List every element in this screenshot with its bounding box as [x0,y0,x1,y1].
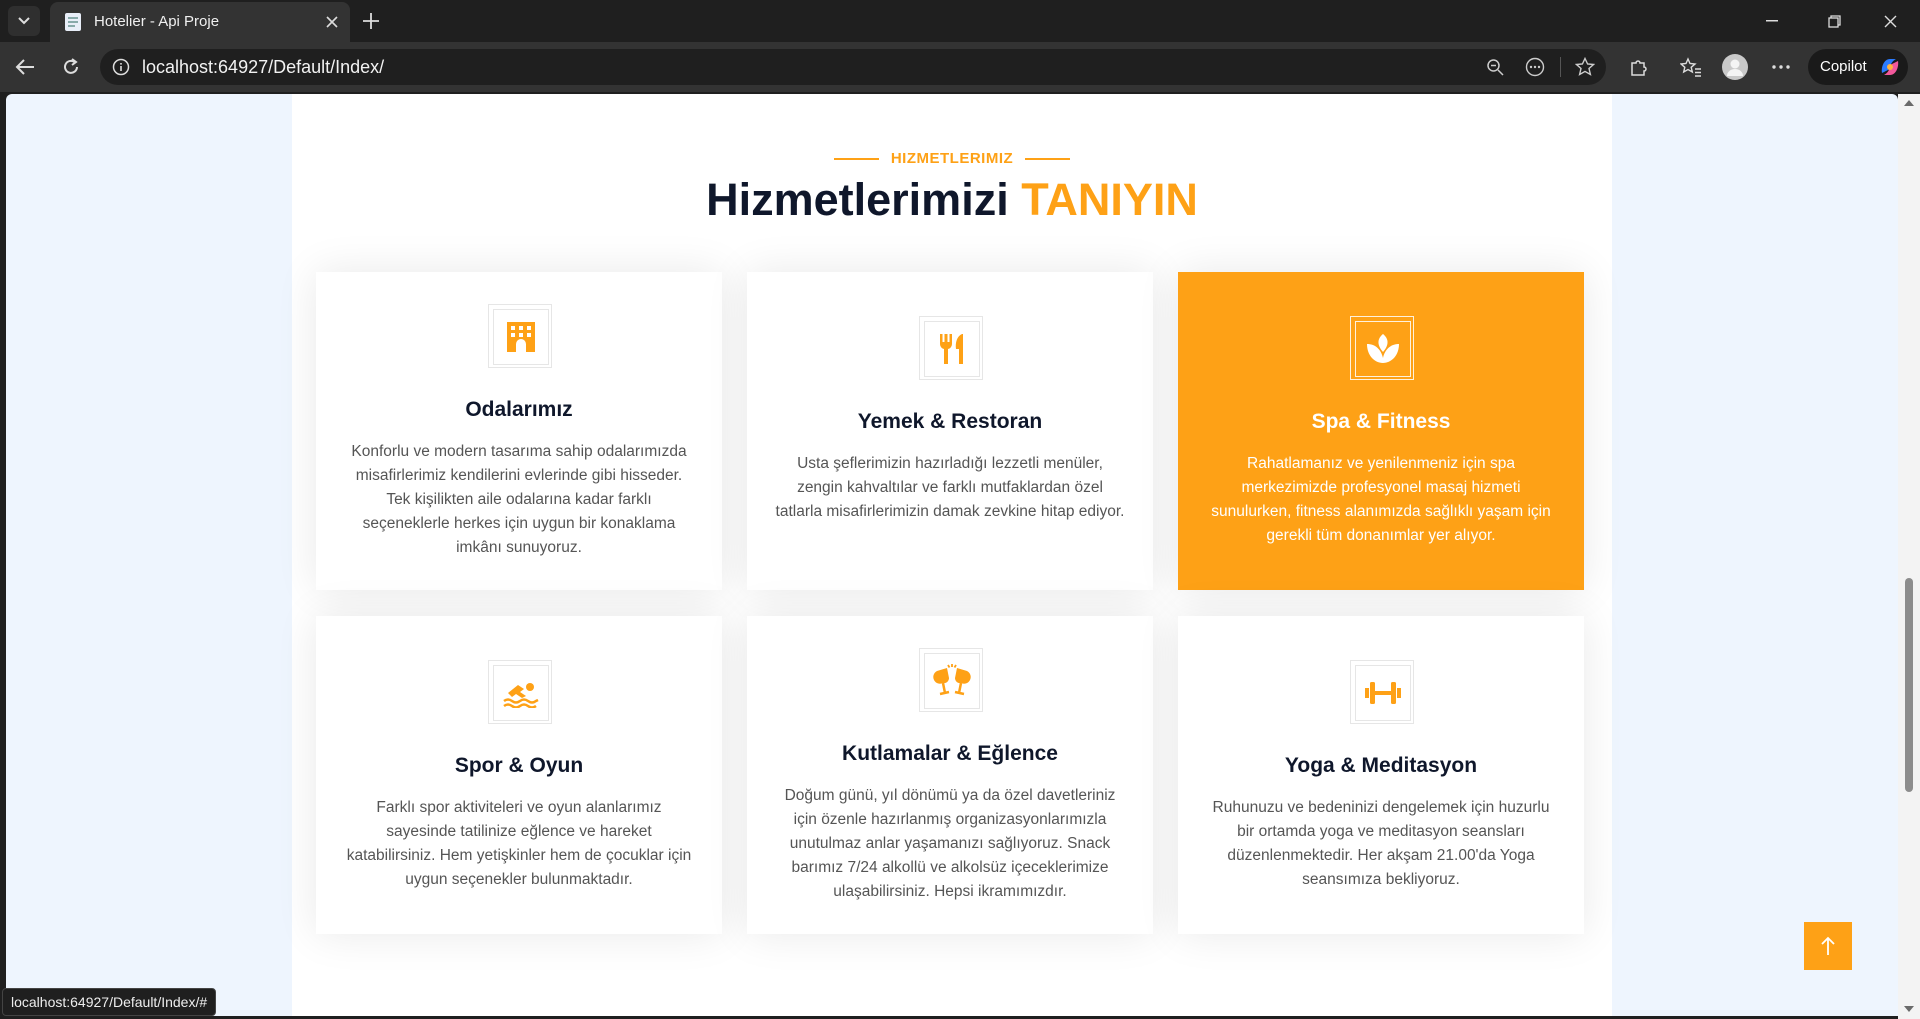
favorites-button[interactable] [1674,51,1708,83]
scroll-up-arrow[interactable] [1904,100,1914,106]
more-circle-icon [1525,57,1545,77]
tab-close-button[interactable] [320,10,344,34]
scroll-down-arrow[interactable] [1904,1006,1914,1012]
new-tab-button[interactable] [355,6,387,36]
service-card-sports[interactable]: Spor & Oyun Farklı spor aktiviteleri ve … [316,616,722,934]
hotel-icon [507,322,535,352]
page-favicon-icon [65,13,81,31]
back-to-top-button[interactable] [1804,922,1852,970]
service-icon-frame [1350,660,1414,724]
arrow-up-icon [1821,936,1835,955]
swimmer-icon [503,683,539,708]
service-icon-frame [919,648,983,712]
service-card-rooms[interactable]: Odalarımız Konforlu ve modern tasarıma s… [316,272,722,590]
eyebrow-line-left [833,157,879,160]
service-icon-frame [1350,316,1414,380]
favorite-button[interactable] [1570,53,1600,81]
page-viewport: HIZMETLERIMIZ Hizmetlerimizi TANIYIN Oda… [6,94,1898,1016]
service-title: Odalarımız [465,398,573,421]
back-button[interactable] [8,51,42,83]
browser-toolbar: localhost:64927/Default/Index/ Copilot [0,42,1920,92]
puzzle-icon [1631,60,1647,76]
more-horizontal-icon [1772,65,1790,69]
extensions-button[interactable] [1622,51,1656,83]
zoom-out-icon [1487,59,1504,76]
tab-title: Hotelier - Api Proje [94,13,220,30]
settings-more-button[interactable] [1764,51,1798,83]
chevron-down-icon [18,17,30,25]
service-icon-frame [919,316,983,380]
copilot-button[interactable]: Copilot [1808,49,1908,85]
scrollbar-thumb[interactable] [1905,578,1913,792]
service-title: Spor & Oyun [454,754,584,777]
close-icon [1884,15,1896,27]
minimize-button[interactable] [1752,6,1792,36]
service-card-restaurant[interactable]: Yemek & Restoran Usta şeflerimizin hazır… [747,272,1153,590]
glass-cheers-icon [933,664,971,696]
service-title: Spa & Fitness [1311,410,1451,433]
reload-icon [64,58,78,74]
favorites-icon [1680,57,1701,77]
plus-icon [363,13,379,29]
restore-icon [1827,14,1841,28]
address-bar[interactable]: localhost:64927/Default/Index/ [100,49,1606,85]
browser-title-bar: Hotelier - Api Proje [0,0,1920,42]
avatar-icon [1722,54,1748,80]
copilot-icon [1881,59,1899,75]
service-description: Konforlu ve modern tasarıma sahip odalar… [351,443,687,556]
reading-mode-button[interactable] [1520,53,1550,81]
dumbbell-icon [1365,682,1401,704]
close-icon [326,16,338,28]
profile-button[interactable] [1718,51,1752,83]
service-title: Kutlamalar & Eğlence [842,742,1058,765]
reload-button[interactable] [54,51,88,83]
arrow-left-icon [15,59,34,75]
service-title: Yemek & Restoran [857,410,1043,433]
eyebrow-line-right [1025,157,1071,160]
utensils-icon [939,334,963,364]
service-description: Doğum günü, yıl dönümü ya da özel davetl… [784,787,1116,900]
page-scrollbar[interactable] [1898,94,1920,1019]
tab-actions-menu-button[interactable] [8,6,40,36]
section-title-accent: TANIYIN [1021,174,1198,225]
restore-button[interactable] [1814,6,1854,36]
info-icon [112,58,130,76]
service-card-yoga[interactable]: Yoga & Meditasyon Ruhunuzu ve bedeninizi… [1178,616,1584,934]
service-card-celebrations[interactable]: Kutlamalar & Eğlence Doğum günü, yıl dön… [747,616,1153,934]
service-card-spa[interactable]: Spa & Fitness Rahatlamanız ve yenilenmen… [1178,272,1584,590]
address-url[interactable]: localhost:64927/Default/Index/ [142,57,384,78]
section-title-main: Hizmetlerimizi [706,174,1009,225]
service-description: Ruhunuzu ve bedeninizi dengelemek için h… [1212,799,1550,888]
site-info-button[interactable] [110,56,132,78]
minimize-icon [1766,20,1778,22]
service-icon-frame [488,304,552,368]
section-title: Hizmetlerimizi TANIYIN [292,174,1612,226]
service-title: Yoga & Meditasyon [1284,754,1478,777]
service-description: Rahatlamanız ve yenilenmeniz için spa me… [1211,455,1551,544]
service-description: Usta şeflerimizin hazırladığı lezzetli m… [775,455,1125,520]
copilot-label: Copilot [1820,58,1867,75]
services-section: HIZMETLERIMIZ Hizmetlerimizi TANIYIN Oda… [292,94,1612,1016]
address-bar-divider [1560,57,1561,77]
spa-icon [1367,334,1399,363]
section-eyebrow: HIZMETLERIMIZ [292,150,1612,168]
star-icon [1575,57,1595,76]
status-bar-url: localhost:64927/Default/Index/# [2,988,217,1016]
zoom-button[interactable] [1480,53,1510,81]
browser-tab[interactable]: Hotelier - Api Proje [50,2,350,42]
service-icon-frame [488,660,552,724]
service-description: Farklı spor aktiviteleri ve oyun alanlar… [346,799,692,888]
eyebrow-text: HIZMETLERIMIZ [890,150,1014,168]
close-window-button[interactable] [1870,6,1910,36]
